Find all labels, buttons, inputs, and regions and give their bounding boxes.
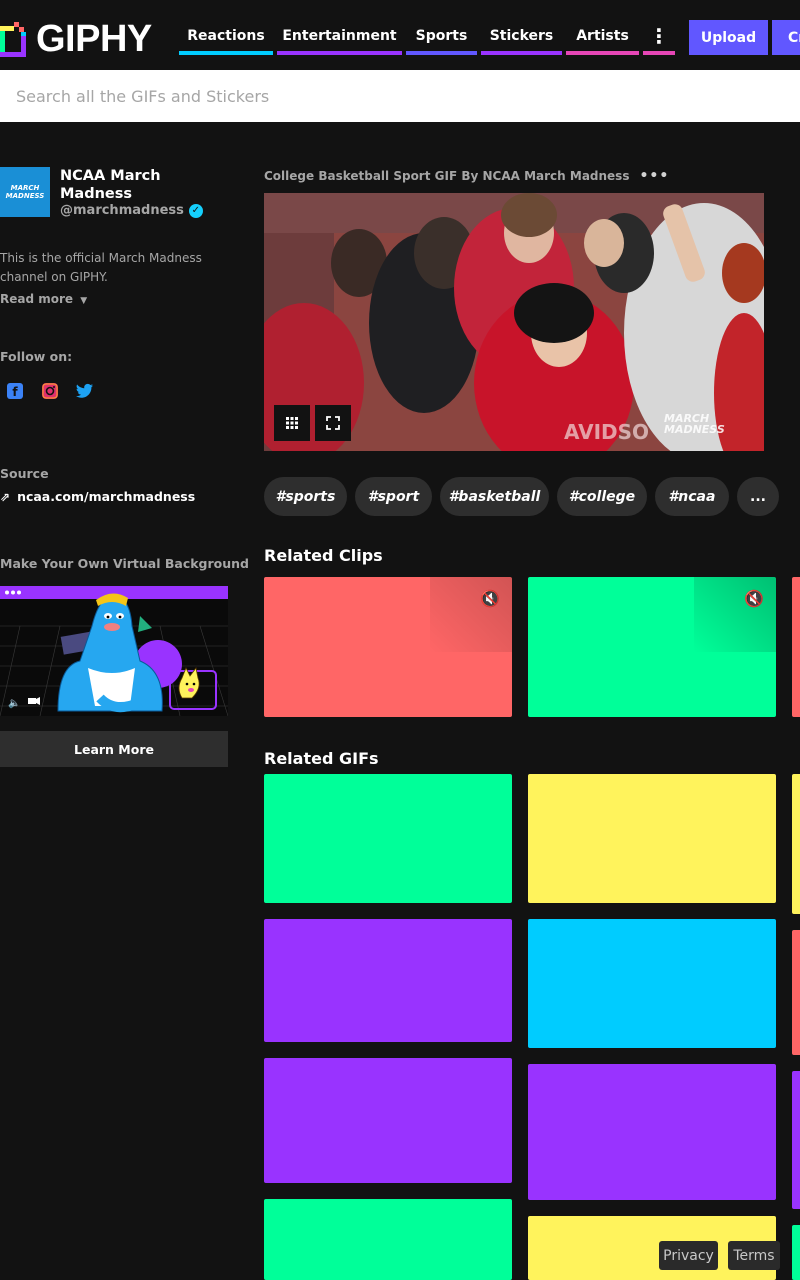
- source-link-text: ncaa.com/marchmadness: [17, 489, 196, 504]
- channel-avatar[interactable]: MARCH MADNESS: [0, 167, 50, 217]
- search-bar[interactable]: Search all the GIFs and Stickers: [0, 70, 800, 122]
- related-gif[interactable]: [792, 774, 800, 914]
- terms-link[interactable]: Terms: [728, 1241, 780, 1270]
- avatar-logo-text: MARCH MADNESS: [5, 184, 45, 200]
- related-gif[interactable]: [792, 930, 800, 1055]
- tag-label: #basketball: [448, 488, 541, 505]
- watermark-line: MADNESS: [664, 423, 725, 436]
- privacy-link[interactable]: Privacy: [659, 1241, 718, 1270]
- nav-entertainment[interactable]: Entertainment: [277, 20, 402, 55]
- related-clip[interactable]: 🔇: [264, 577, 512, 717]
- related-gif[interactable]: [792, 1225, 800, 1280]
- related-gifs-heading: Related GIFs: [264, 749, 379, 768]
- gif-title-row: College Basketball Sport GIF By NCAA Mar…: [264, 168, 669, 184]
- create-label: Cr: [788, 29, 800, 46]
- grid-icon: [286, 417, 298, 429]
- related-gif[interactable]: [264, 774, 512, 903]
- tag-college[interactable]: #college: [557, 477, 647, 516]
- twitter-icon[interactable]: [74, 380, 96, 402]
- march-madness-watermark: MARCH MADNESS: [664, 413, 725, 435]
- learn-more-button[interactable]: Learn More: [0, 731, 228, 767]
- options-ellipsis-icon[interactable]: •••: [639, 168, 669, 184]
- grid-view-button[interactable]: [274, 405, 310, 441]
- tag-label: #ncaa: [668, 488, 716, 505]
- svg-text:f: f: [12, 385, 18, 399]
- related-gif[interactable]: [528, 774, 776, 903]
- gif-player[interactable]: AVIDSO MARCH MADNESS: [264, 193, 764, 451]
- related-gif[interactable]: [528, 1064, 776, 1200]
- nav-label: Artists: [576, 27, 629, 44]
- promo-heading: Make Your Own Virtual Background: [0, 556, 249, 571]
- chevron-down-icon: ▼: [80, 296, 88, 306]
- tag-label: #sport: [367, 488, 420, 505]
- related-gif[interactable]: [528, 919, 776, 1048]
- fullscreen-icon: [326, 416, 340, 430]
- tag-label: ...: [750, 488, 766, 505]
- handle-text: @marchmadness: [60, 203, 184, 218]
- nav-reactions[interactable]: Reactions: [179, 20, 273, 55]
- external-link-icon: ⇗: [0, 489, 11, 504]
- nav-label: Stickers: [489, 27, 554, 44]
- tag-ncaa[interactable]: #ncaa: [655, 477, 729, 516]
- tag-label: #sports: [275, 488, 336, 505]
- virtual-background-promo[interactable]: 🔈: [0, 586, 228, 716]
- learn-more-label: Learn More: [74, 741, 154, 757]
- nav-label: Sports: [415, 27, 468, 44]
- channel-name[interactable]: NCAA March Madness: [60, 167, 161, 203]
- search-placeholder: Search all the GIFs and Stickers: [16, 87, 270, 106]
- svg-text:🔈: 🔈: [8, 698, 20, 709]
- related-gif[interactable]: [264, 1199, 512, 1280]
- verified-badge-icon: ✓: [188, 203, 203, 218]
- create-button[interactable]: Cr: [772, 20, 800, 55]
- svg-text:AVIDSO: AVIDSO: [564, 420, 649, 444]
- source-heading: Source: [0, 466, 49, 481]
- nav-sports[interactable]: Sports: [406, 20, 477, 55]
- related-gif[interactable]: [264, 1058, 512, 1183]
- more-tags-button[interactable]: ...: [737, 477, 779, 516]
- tag-sport[interactable]: #sport: [355, 477, 432, 516]
- nav-label: Reactions: [187, 27, 265, 44]
- more-menu-button[interactable]: ⋮: [643, 20, 675, 55]
- tag-sports[interactable]: #sports: [264, 477, 347, 516]
- channel-description: This is the official March Madness chann…: [0, 249, 202, 287]
- related-clips-heading: Related Clips: [264, 546, 383, 565]
- facebook-icon[interactable]: f: [4, 380, 26, 402]
- upload-label: Upload: [700, 29, 757, 46]
- follow-on-heading: Follow on:: [0, 349, 73, 364]
- tag-label: #college: [568, 488, 636, 505]
- nav-artists[interactable]: Artists: [566, 20, 639, 55]
- muted-speaker-icon[interactable]: 🔇: [744, 589, 764, 608]
- description-line: channel on GIPHY.: [0, 270, 108, 284]
- channel-handle[interactable]: @marchmadness ✓: [60, 203, 203, 218]
- gif-title: College Basketball Sport GIF By NCAA Mar…: [264, 169, 630, 183]
- related-gif[interactable]: [264, 919, 512, 1042]
- more-vertical-icon: ⋮: [649, 23, 669, 48]
- channel-name-line: NCAA March: [60, 168, 161, 184]
- brand-name: GIPHY: [36, 17, 152, 60]
- related-gif[interactable]: [792, 1071, 800, 1209]
- related-clip[interactable]: [792, 577, 800, 717]
- read-more-label: Read more: [0, 292, 74, 306]
- muted-speaker-icon[interactable]: 🔇: [480, 589, 500, 608]
- privacy-label: Privacy: [663, 1247, 714, 1264]
- read-more-link[interactable]: Read more ▼: [0, 292, 87, 306]
- tag-basketball[interactable]: #basketball: [440, 477, 549, 516]
- nav-label: Entertainment: [282, 27, 397, 44]
- source-link[interactable]: ⇗ ncaa.com/marchmadness: [0, 489, 195, 504]
- channel-name-line: Madness: [60, 186, 133, 202]
- giphy-logo-icon: [0, 22, 26, 57]
- upload-button[interactable]: Upload: [689, 20, 768, 55]
- giphy-logo[interactable]: GIPHY: [0, 17, 152, 60]
- related-clip[interactable]: 🔇: [528, 577, 776, 717]
- description-line: This is the official March Madness: [0, 251, 202, 265]
- terms-label: Terms: [733, 1247, 775, 1264]
- instagram-icon[interactable]: [39, 380, 61, 402]
- nav-stickers[interactable]: Stickers: [481, 20, 562, 55]
- fullscreen-button[interactable]: [315, 405, 351, 441]
